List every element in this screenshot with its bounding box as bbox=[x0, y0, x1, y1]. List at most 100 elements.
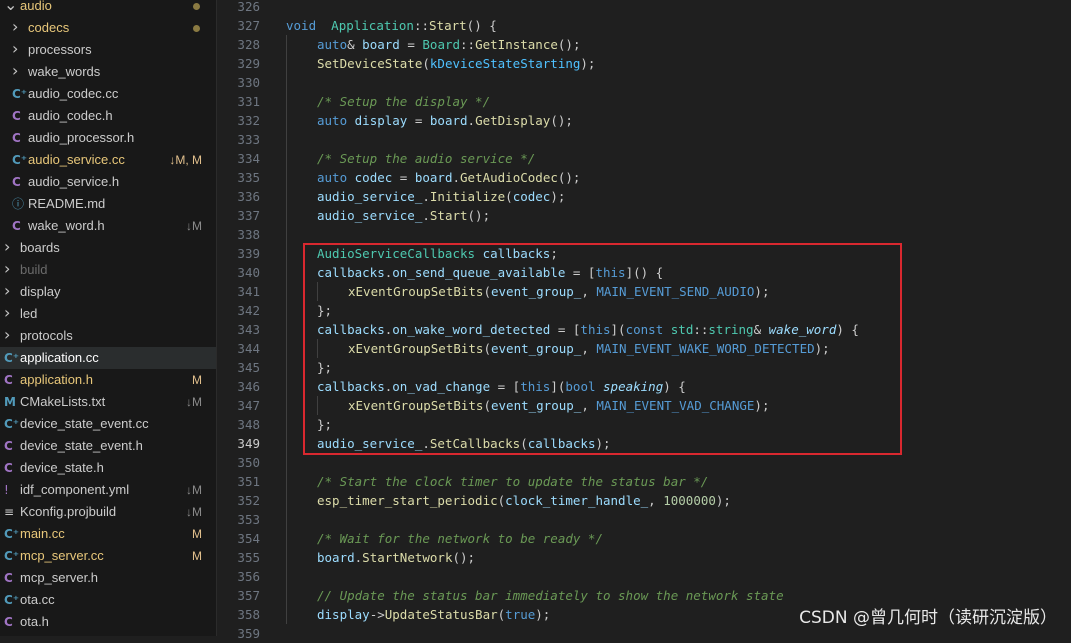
indent-guide bbox=[286, 54, 287, 73]
modified-dot-icon bbox=[193, 25, 200, 32]
line-number: 331 bbox=[237, 94, 260, 109]
cpp-file-icon: C⁺ bbox=[4, 549, 20, 563]
file-name: codecs bbox=[28, 20, 70, 35]
sidebar-item-device-state-event-h[interactable]: Cdevice_state_event.h bbox=[0, 435, 216, 457]
file-name: protocols bbox=[20, 328, 73, 343]
sidebar-item-application-cc[interactable]: C⁺ application.cc bbox=[0, 347, 216, 369]
line-number: 349 bbox=[237, 436, 260, 451]
code-line[interactable]: auto codec = board.GetAudioCodec(); bbox=[317, 168, 580, 187]
file-name: device_state_event.h bbox=[20, 438, 143, 453]
sidebar-item-main-cc[interactable]: C⁺ main.cc M bbox=[0, 523, 216, 545]
cpp-file-icon: C⁺ bbox=[12, 153, 28, 167]
code-line[interactable]: void Application::Start() { bbox=[286, 16, 497, 35]
sidebar-item-audio-service-cc[interactable]: C⁺ audio_service.cc ↓M, M bbox=[0, 149, 216, 171]
cpp-file-icon: C⁺ bbox=[4, 593, 20, 607]
sidebar-item-readme-md[interactable]: ⓘ README.md bbox=[0, 193, 216, 215]
indent-guide bbox=[286, 548, 287, 567]
file-name: build bbox=[20, 262, 48, 277]
indent-guide bbox=[286, 510, 287, 529]
highlight-box bbox=[303, 243, 902, 455]
indent-guide bbox=[286, 73, 287, 92]
sidebar-item-idf-component-yml[interactable]: ! idf_component.yml ↓M bbox=[0, 479, 216, 501]
indent-guide bbox=[286, 567, 287, 586]
line-number: 339 bbox=[237, 246, 260, 261]
chevron-down-icon: ⌄ bbox=[4, 0, 18, 14]
indent-guide bbox=[286, 586, 287, 605]
line-number: 342 bbox=[237, 303, 260, 318]
code-line[interactable]: audio_service_.Initialize(codec); bbox=[317, 187, 565, 206]
line-number: 348 bbox=[237, 417, 260, 432]
sidebar-item-audio-service-h[interactable]: Caudio_service.h bbox=[0, 171, 216, 193]
code-line[interactable]: SetDeviceState(kDeviceStateStarting); bbox=[317, 54, 595, 73]
sidebar-item-display[interactable]: › display bbox=[0, 281, 216, 303]
watermark: CSDN @曾几何时（读研沉淀版） bbox=[799, 608, 1057, 628]
sidebar-item-audio-codec-cc[interactable]: C⁺ audio_codec.cc bbox=[0, 83, 216, 105]
file-name: device_state_event.cc bbox=[20, 416, 149, 431]
sidebar-item-led[interactable]: › led bbox=[0, 303, 216, 325]
sidebar-item-codecs[interactable]: › codecs bbox=[0, 17, 216, 39]
sidebar-item-ota-h[interactable]: Cota.h bbox=[0, 611, 216, 633]
sidebar-item-application-h[interactable]: Capplication.h M bbox=[0, 369, 216, 391]
sidebar-item-device-state-event-cc[interactable]: C⁺ device_state_event.cc bbox=[0, 413, 216, 435]
indent-guide bbox=[286, 434, 287, 453]
file-name: wake_words bbox=[28, 64, 101, 79]
c-file-icon: C bbox=[12, 109, 21, 123]
indent-guide bbox=[286, 263, 287, 282]
c-file-icon: C bbox=[4, 571, 13, 585]
sidebar-item-boards[interactable]: › boards bbox=[0, 237, 216, 259]
indent-guide bbox=[286, 206, 287, 225]
chevron-right-icon: › bbox=[12, 17, 19, 36]
sidebar-item-wake-words[interactable]: › wake_words bbox=[0, 61, 216, 83]
line-number: 358 bbox=[237, 607, 260, 622]
cpp-file-icon: C⁺ bbox=[4, 351, 20, 365]
file-name: mcp_server.cc bbox=[20, 548, 104, 563]
code-line[interactable]: audio_service_.Start(); bbox=[317, 206, 490, 225]
indent-guide bbox=[286, 396, 287, 415]
indent-guide bbox=[286, 35, 287, 54]
code-line[interactable]: /* Setup the display */ bbox=[317, 92, 490, 111]
file-name: audio_codec.h bbox=[28, 108, 113, 123]
sidebar-item-ota-cc[interactable]: C⁺ ota.cc bbox=[0, 589, 216, 611]
sidebar-item-cmakelists-txt[interactable]: M CMakeLists.txt ↓M bbox=[0, 391, 216, 413]
code-line[interactable]: /* Wait for the network to be ready */ bbox=[317, 529, 603, 548]
code-line[interactable]: esp_timer_start_periodic(clock_timer_han… bbox=[317, 491, 731, 510]
sidebar-item-protocols[interactable]: › protocols bbox=[0, 325, 216, 347]
git-status-badge: ↓M bbox=[186, 505, 202, 519]
sidebar-item-wake-word-h[interactable]: Cwake_word.h ↓M bbox=[0, 215, 216, 237]
git-status-badge: ↓M bbox=[186, 395, 202, 409]
sidebar-item-build[interactable]: › build bbox=[0, 259, 216, 281]
file-name: ota.h bbox=[20, 614, 49, 629]
code-line[interactable]: auto& board = Board::GetInstance(); bbox=[317, 35, 580, 54]
code-line[interactable]: // Update the status bar immediately to … bbox=[317, 586, 784, 605]
code-line[interactable]: auto display = board.GetDisplay(); bbox=[317, 111, 573, 130]
sidebar-item-device-state-h[interactable]: Cdevice_state.h bbox=[0, 457, 216, 479]
code-line[interactable]: board.StartNetwork(); bbox=[317, 548, 475, 567]
sidebar-item-kconfig-projbuild[interactable]: ≡ Kconfig.projbuild ↓M bbox=[0, 501, 216, 523]
line-number: 346 bbox=[237, 379, 260, 394]
indent-guide bbox=[286, 605, 287, 624]
code-line[interactable]: /* Start the clock timer to update the s… bbox=[317, 472, 708, 491]
sidebar-item-audio-codec-h[interactable]: Caudio_codec.h bbox=[0, 105, 216, 127]
indent-guide bbox=[286, 339, 287, 358]
sidebar-item-audio[interactable]: ⌄ audio bbox=[0, 0, 216, 17]
file-name: CMakeLists.txt bbox=[20, 394, 106, 409]
line-number: 338 bbox=[237, 227, 260, 242]
code-line[interactable]: /* Setup the audio service */ bbox=[317, 149, 535, 168]
sidebar-item-mcp-server-h[interactable]: Cmcp_server.h bbox=[0, 567, 216, 589]
git-status-badge: ↓M, M bbox=[169, 153, 202, 167]
lines-file-icon: ≡ bbox=[4, 505, 15, 519]
file-name: led bbox=[20, 306, 38, 321]
code-line[interactable]: display->UpdateStatusBar(true); bbox=[317, 605, 550, 624]
chevron-right-icon: › bbox=[12, 39, 19, 58]
sidebar-item-processors[interactable]: › processors bbox=[0, 39, 216, 61]
git-status-badge: M bbox=[192, 549, 202, 563]
c-file-icon: C bbox=[4, 439, 13, 453]
sidebar-item-mcp-server-cc[interactable]: C⁺ mcp_server.cc M bbox=[0, 545, 216, 567]
c-file-icon: C bbox=[12, 219, 21, 233]
line-number: 326 bbox=[237, 0, 260, 14]
file-name: main.cc bbox=[20, 526, 65, 541]
sidebar-item-audio-processor-h[interactable]: Caudio_processor.h bbox=[0, 127, 216, 149]
indent-guide bbox=[286, 225, 287, 244]
line-number: 328 bbox=[237, 37, 260, 52]
line-number: 335 bbox=[237, 170, 260, 185]
